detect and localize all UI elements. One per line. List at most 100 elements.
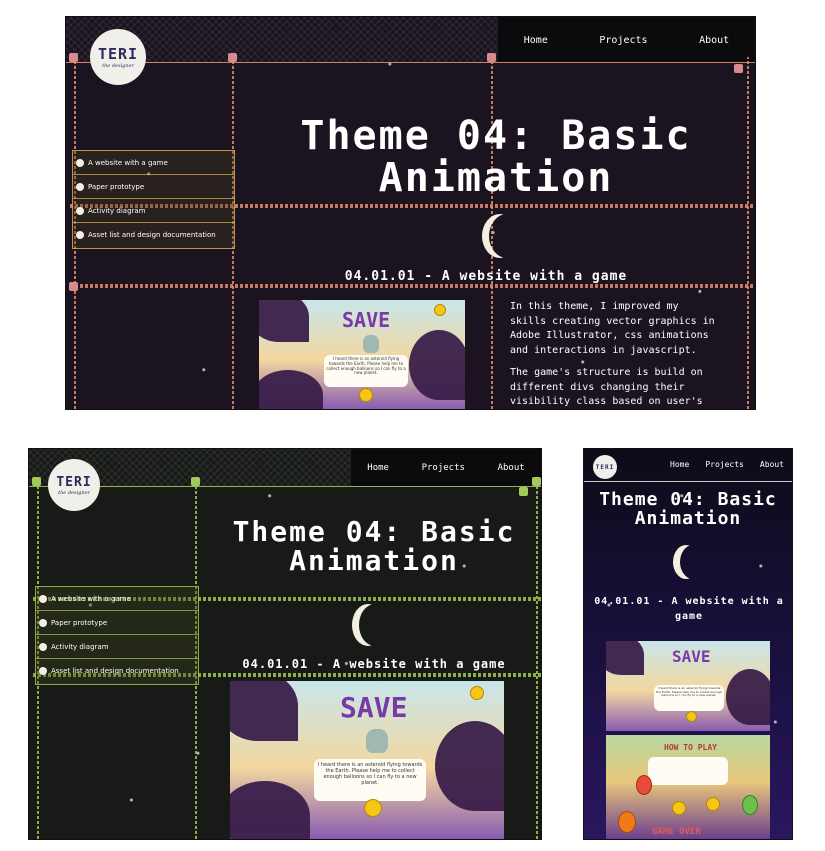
- moon-icon: [680, 545, 706, 579]
- sidebar-nav: A website with a game Paper prototype Ac…: [72, 150, 235, 249]
- nav-home[interactable]: Home: [670, 460, 689, 469]
- sidebar-item-activity-diagram[interactable]: Activity diagram: [73, 199, 234, 223]
- sidebar-item-asset-list[interactable]: Asset list and design documentation: [36, 659, 198, 683]
- page-title: Theme 04: Basic Animation: [266, 115, 726, 199]
- nav-home[interactable]: Home: [524, 35, 548, 46]
- page-title-line2: Animation: [634, 507, 742, 529]
- page-title-line1: Theme 04: Basic: [232, 515, 516, 548]
- sidebar-item-website-game[interactable]: A website with a game: [73, 151, 234, 175]
- foliage: [435, 721, 504, 811]
- sidebar-item-label: Paper prototype: [88, 182, 145, 191]
- foliage: [259, 370, 323, 409]
- game-title: SAVE: [672, 647, 711, 666]
- sidebar-item-paper-prototype[interactable]: Paper prototype: [73, 175, 234, 199]
- page-title: Theme 04: Basic Animation: [586, 490, 790, 529]
- nav-bar: Home Projects About: [351, 449, 541, 487]
- game-preview-image[interactable]: SAVE I heard there is an asteroid flying…: [230, 681, 504, 839]
- game-over-title: GAME OVER: [652, 827, 701, 837]
- logo-text: TERI: [56, 474, 92, 490]
- dino-character: [363, 335, 379, 353]
- how-to-play-image[interactable]: HOW TO PLAY GAME OVER: [606, 735, 770, 839]
- moon-icon: [489, 214, 525, 258]
- moon-bullet-icon: [39, 618, 47, 627]
- nav-about[interactable]: About: [498, 463, 525, 473]
- page-title-line2: Animation: [378, 155, 614, 201]
- theme-description: In this theme, I improved my skills crea…: [510, 300, 720, 409]
- balloon-coin: [364, 799, 382, 817]
- game-preview-image[interactable]: SAVE I heard there is an asteroid flying…: [606, 641, 770, 731]
- section-subtitle: 04.01.01 - A website with a game: [344, 269, 628, 284]
- sidebar-item-paper-prototype[interactable]: Paper prototype: [36, 611, 198, 635]
- balloon-coin: [672, 801, 686, 815]
- moon-bullet-icon: [76, 206, 84, 215]
- description-paragraph: The game's structure is build on differe…: [510, 367, 703, 407]
- sidebar-item-website-game[interactable]: A website with a game: [36, 587, 198, 611]
- grid-marker: [69, 282, 78, 291]
- logo-subtext: the designer: [58, 489, 90, 496]
- moon-bullet-icon: [76, 231, 84, 239]
- moon-bullet-icon: [39, 594, 47, 603]
- game-intro-card: I heard there is an asteroid flying towa…: [324, 355, 408, 387]
- sidebar-item-activity-diagram[interactable]: Activity diagram: [36, 635, 198, 659]
- game-title: SAVE: [340, 691, 408, 724]
- sidebar-item-label: Asset list and design documentation: [51, 667, 179, 675]
- desktop-screenshot: Home Projects About TERI the designer Th…: [66, 17, 755, 409]
- dino-character: [366, 729, 388, 753]
- nav-home[interactable]: Home: [367, 463, 389, 473]
- section-subtitle: 04.01.01 - A website with a game: [594, 596, 784, 622]
- page-title-line2: Animation: [289, 544, 459, 578]
- logo[interactable]: TERI the designer: [90, 29, 146, 85]
- sidebar-nav: A website with a game Paper prototype Ac…: [35, 586, 199, 685]
- foliage: [409, 330, 465, 400]
- grid-marker: [69, 53, 78, 62]
- logo[interactable]: TERI: [593, 455, 617, 479]
- balloon-coin: [742, 795, 758, 815]
- game-title: SAVE: [342, 308, 391, 332]
- sidebar-item-asset-list[interactable]: Asset list and design documentation: [73, 223, 234, 247]
- nav-projects[interactable]: Projects: [599, 35, 647, 46]
- logo-text: TERI: [97, 45, 139, 63]
- sidebar-item-label: Asset list and design documentation: [88, 231, 216, 239]
- sidebar-item-label: A website with a game: [88, 158, 168, 167]
- page-title: Theme 04: Basic Animation: [209, 517, 539, 576]
- how-to-play-card: [648, 757, 728, 785]
- grid-column-line: [747, 57, 749, 409]
- grid-marker: [32, 477, 41, 486]
- foliage: [726, 669, 770, 725]
- foliage: [230, 781, 310, 839]
- sidebar-item-label: Activity diagram: [88, 206, 146, 215]
- foliage: [259, 300, 309, 342]
- nav-projects[interactable]: Projects: [422, 463, 465, 473]
- balloon-coin: [706, 797, 720, 811]
- grid-row-line: [70, 284, 755, 288]
- game-preview-image[interactable]: SAVE I heard there is an asteroid flying…: [259, 300, 465, 409]
- nav-about[interactable]: About: [760, 460, 784, 469]
- sidebar-item-label: A website with a game: [51, 594, 131, 603]
- balloon-coin: [686, 711, 697, 722]
- moon-bullet-icon: [76, 158, 84, 167]
- balloon-coin: [636, 775, 652, 795]
- balloon-coin: [618, 811, 636, 833]
- logo-text: TERI: [595, 463, 615, 471]
- moon-bullet-icon: [39, 667, 47, 675]
- sidebar-item-label: Activity diagram: [51, 642, 109, 651]
- moon-bullet-icon: [39, 642, 47, 651]
- balloon-coin: [434, 304, 446, 316]
- grid-marker: [487, 53, 496, 62]
- grid-marker: [519, 487, 528, 496]
- moon-icon: [359, 604, 391, 646]
- sidebar-item-label: Paper prototype: [51, 618, 108, 627]
- section-subtitle: 04.01.01 - A website with a game: [242, 657, 506, 671]
- how-to-play-title: HOW TO PLAY: [664, 743, 717, 752]
- nav-projects[interactable]: Projects: [705, 460, 744, 469]
- foliage: [606, 641, 644, 675]
- foliage: [230, 681, 298, 741]
- nav-about[interactable]: About: [699, 35, 729, 46]
- grid-marker: [191, 477, 200, 486]
- logo-subtext: the designer: [102, 63, 134, 69]
- grid-marker: [734, 64, 743, 73]
- game-intro-card: I heard there is an asteroid flying towa…: [314, 759, 426, 801]
- logo[interactable]: TERI the designer: [48, 459, 100, 511]
- page-title-line1: Theme 04: Basic: [300, 113, 692, 159]
- balloon-coin: [359, 388, 373, 402]
